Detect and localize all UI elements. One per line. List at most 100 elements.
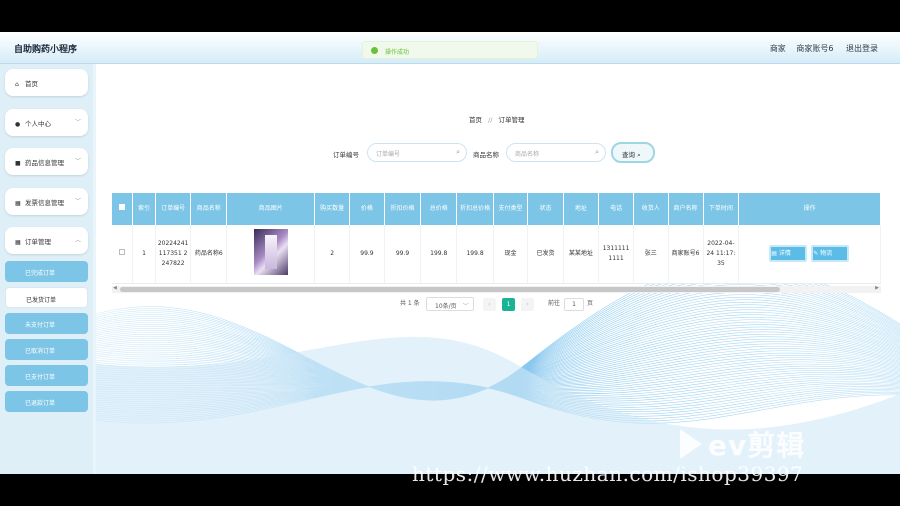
col-header: 购买数量 — [314, 193, 350, 225]
logistics-button-label: 物流 — [820, 250, 833, 258]
col-header: 电话 — [598, 193, 634, 225]
sidebar-item-home[interactable]: ⌂ 首页 — [5, 69, 88, 96]
ev-watermark: ev剪辑 — [680, 424, 805, 464]
col-header: 折扣价格 — [384, 193, 422, 225]
scroll-left-icon[interactable]: ◀ — [113, 285, 117, 291]
table-header-row: 索引 订单编号 商品名称 商品图片 购买数量 价格 折扣价格 总价格 折扣总价格… — [112, 193, 881, 225]
cell-price: 99.9 — [349, 225, 386, 284]
top-bar: 自助购药小程序 操作成功 商家 商家账号6 退出登录 — [0, 32, 900, 64]
sidebar-item-orders[interactable]: ▦ 订单管理 ︿ — [5, 227, 88, 254]
url-watermark: https://www.huzhan.com/ishop39397 — [412, 462, 804, 486]
col-header: 地址 — [563, 193, 600, 225]
grid-icon: ▦ — [15, 239, 21, 246]
orders-table: 索引 订单编号 商品名称 商品图片 购买数量 价格 折扣价格 总价格 折扣总价格… — [112, 193, 881, 293]
sidebar-sub-cancelled[interactable]: 已取消订单 — [5, 339, 88, 360]
grid-icon: ▦ — [15, 200, 21, 207]
breadcrumb-home[interactable]: 首页 — [469, 116, 482, 124]
sidebar-item-label: 个人中心 — [25, 120, 51, 128]
app-title: 自助购药小程序 — [14, 45, 78, 55]
col-header: 收货人 — [633, 193, 669, 225]
sidebar-item-label: 药品信息管理 — [25, 159, 64, 167]
cell-pay-type: 现金 — [493, 225, 529, 284]
cell-receiver: 张三 — [633, 225, 669, 284]
breadcrumb-separator: // — [488, 116, 493, 124]
cell-discount-price: 99.9 — [384, 225, 422, 284]
cell-total: 199.8 — [420, 225, 458, 284]
cell-phone: 13111111111 — [598, 225, 634, 284]
product-name-label: 商品名称 — [473, 151, 499, 159]
col-header: 索引 — [132, 193, 156, 225]
order-no-placeholder: 订单编号 — [376, 151, 401, 158]
cell-index: 1 — [132, 225, 156, 284]
cell-discount-total: 199.8 — [456, 225, 494, 284]
sidebar-sub-paid[interactable]: 已支付订单 — [5, 365, 88, 386]
order-no-input[interactable]: 订单编号 ⌕ — [367, 143, 467, 162]
row-checkbox[interactable] — [112, 225, 134, 284]
breadcrumb-current: 订单管理 — [498, 116, 525, 124]
success-icon — [371, 47, 378, 54]
goto-label: 前往 — [548, 300, 561, 307]
sidebar-sub-refunded[interactable]: 已退款订单 — [5, 391, 88, 412]
product-image — [253, 228, 288, 275]
col-header: 总价格 — [420, 193, 458, 225]
col-header: 订单编号 — [155, 193, 192, 225]
watermark-brand: ev剪辑 — [708, 429, 806, 462]
home-icon: ⌂ — [15, 81, 19, 88]
col-header: 商户名称 — [668, 193, 704, 225]
search-icon: ⌕ — [456, 148, 460, 156]
col-header: 商品图片 — [226, 193, 316, 225]
order-no-label: 订单编号 — [333, 151, 359, 159]
cell-product-image — [226, 225, 316, 284]
user-info: 商家 商家账号6 退出登录 — [762, 43, 878, 54]
sidebar-sub-shipped[interactable]: 已发货订单 — [5, 287, 88, 308]
col-header: 下单时间 — [703, 193, 740, 225]
goto-suffix: 页 — [587, 300, 594, 307]
cell-merchant: 商家账号6 — [668, 225, 704, 284]
search-icon: ⌕ — [637, 151, 641, 159]
query-button[interactable]: 查询 ⌕ — [611, 142, 655, 163]
detail-button-label: 详情 — [778, 250, 791, 258]
page-size-select[interactable]: 10条/页 ﹀ — [426, 297, 474, 311]
col-header: 支付类型 — [493, 193, 529, 225]
prev-page-button[interactable]: ‹ — [483, 298, 496, 311]
cell-order-no: 20224241117351 2247822 — [155, 225, 192, 284]
col-header: 商品名称 — [190, 193, 228, 225]
scroll-right-icon[interactable]: ▶ — [875, 285, 879, 291]
logistics-button[interactable]: ✎ 物流 — [811, 245, 850, 263]
chevron-down-icon: ﹀ — [462, 303, 469, 310]
goto-page-input[interactable]: 1 — [564, 298, 584, 311]
logout-link[interactable]: 退出登录 — [846, 44, 878, 53]
search-icon: ⌕ — [595, 148, 599, 156]
sidebar-sub-unpaid[interactable]: 未支付订单 — [5, 313, 88, 334]
cell-qty: 2 — [314, 225, 350, 284]
sidebar-item-profile[interactable]: ● 个人中心 ﹀ — [5, 109, 88, 136]
sidebar-item-medicine[interactable]: ■ 药品信息管理 ﹀ — [5, 148, 88, 175]
cell-operations: ▤ 详情 ✎ 物流 — [738, 225, 881, 284]
cell-address: 某某地址 — [563, 225, 600, 284]
user-icon: ● — [15, 121, 21, 128]
sidebar-item-invoice[interactable]: ▦ 发票信息管理 ﹀ — [5, 188, 88, 215]
sidebar-sub-completed[interactable]: 已完成订单 — [5, 261, 88, 282]
user-role: 商家 — [769, 44, 786, 53]
cell-status: 已发货 — [527, 225, 564, 284]
page-number-1[interactable]: 1 — [502, 298, 515, 311]
table-horizontal-scrollbar[interactable]: ◀ ▶ — [112, 285, 881, 293]
detail-icon: ▤ — [771, 250, 777, 258]
scrollbar-thumb[interactable] — [120, 287, 780, 292]
app-window: 自助购药小程序 操作成功 商家 商家账号6 退出登录 ⌂ 首页 ● 个人中心 ﹀ ■… — [0, 32, 900, 474]
query-button-label: 查询 — [622, 151, 635, 159]
page-size-value: 10条/页 — [435, 303, 457, 310]
chevron-down-icon: ﹀ — [74, 119, 81, 126]
cell-order-time: 2022-04-24 11:17:35 — [703, 225, 740, 284]
cell-product: 药品名称6 — [190, 225, 228, 284]
select-all-checkbox[interactable] — [112, 193, 134, 225]
sidebar-item-label: 发票信息管理 — [25, 199, 64, 207]
toast-text: 操作成功 — [385, 49, 410, 56]
product-name-input[interactable]: 商品名称 ⌕ — [506, 143, 606, 162]
next-page-button[interactable]: › — [521, 298, 534, 311]
sidebar-item-label: 订单管理 — [25, 238, 51, 246]
detail-button[interactable]: ▤ 详情 — [769, 245, 808, 263]
main-content: 首页 // 订单管理 订单编号 订单编号 ⌕ 商品名称 商品名称 ⌕ 查询 ⌕ — [96, 64, 900, 474]
chevron-down-icon: ﹀ — [74, 158, 81, 165]
pager-total: 共 1 条 — [400, 300, 420, 307]
